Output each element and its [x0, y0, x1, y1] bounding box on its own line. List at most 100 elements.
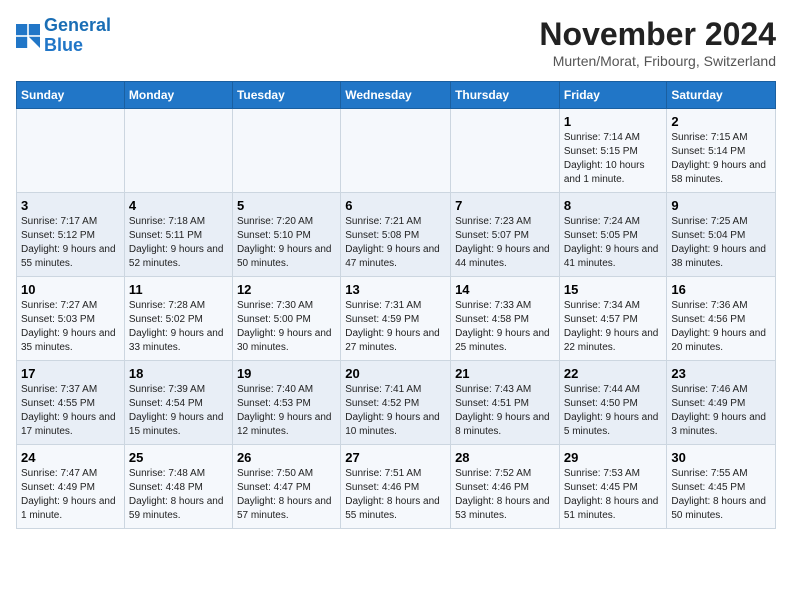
day-number: 17 — [21, 366, 120, 381]
day-number: 5 — [237, 198, 336, 213]
header-wednesday: Wednesday — [341, 82, 451, 109]
day-number: 18 — [129, 366, 228, 381]
calendar-cell: 11 Sunrise: 7:28 AMSunset: 5:02 PMDayligh… — [124, 277, 232, 361]
day-info: Sunrise: 7:34 AMSunset: 4:57 PMDaylight:… — [564, 299, 663, 355]
day-info: Sunrise: 7:17 AMSunset: 5:12 PMDaylight:… — [21, 215, 120, 271]
location: Murten/Morat, Fribourg, Switzerland — [539, 53, 776, 69]
day-number: 25 — [129, 450, 228, 465]
calendar-header-row: Sunday Monday Tuesday Wednesday Thursday… — [17, 82, 776, 109]
calendar-week-1: 1 Sunrise: 7:14 AMSunset: 5:15 PMDaylight… — [17, 109, 776, 193]
day-info: Sunrise: 7:28 AMSunset: 5:02 PMDaylight:… — [129, 299, 228, 355]
calendar-cell — [124, 109, 232, 193]
day-info: Sunrise: 7:55 AMSunset: 4:45 PMDaylight:… — [671, 467, 771, 523]
header-thursday: Thursday — [451, 82, 560, 109]
day-number: 28 — [455, 450, 555, 465]
day-info: Sunrise: 7:21 AMSunset: 5:08 PMDaylight:… — [345, 215, 446, 271]
day-number: 4 — [129, 198, 228, 213]
day-number: 14 — [455, 282, 555, 297]
calendar-cell: 23Sunrise: 7:46 AMSunset: 4:49 PMDayligh… — [667, 361, 776, 445]
calendar-week-5: 24 Sunrise: 7:47 AMSunset: 4:49 PMDayligh… — [17, 445, 776, 529]
header-tuesday: Tuesday — [232, 82, 340, 109]
calendar-cell: 18 Sunrise: 7:39 AMSunset: 4:54 PMDayligh… — [124, 361, 232, 445]
logo: General Blue — [16, 16, 111, 56]
calendar-cell: 22 Sunrise: 7:44 AMSunset: 4:50 PMDayligh… — [559, 361, 667, 445]
day-number: 30 — [671, 450, 771, 465]
calendar-cell — [232, 109, 340, 193]
day-info: Sunrise: 7:18 AMSunset: 5:11 PMDaylight:… — [129, 215, 228, 271]
day-number: 13 — [345, 282, 446, 297]
month-title: November 2024 — [539, 16, 776, 53]
calendar-cell: 6 Sunrise: 7:21 AMSunset: 5:08 PMDaylight… — [341, 193, 451, 277]
title-area: November 2024 Murten/Morat, Fribourg, Sw… — [539, 16, 776, 69]
day-info: Sunrise: 7:24 AMSunset: 5:05 PMDaylight:… — [564, 215, 663, 271]
day-number: 24 — [21, 450, 120, 465]
calendar-week-4: 17 Sunrise: 7:37 AMSunset: 4:55 PMDayligh… — [17, 361, 776, 445]
calendar-cell: 1 Sunrise: 7:14 AMSunset: 5:15 PMDaylight… — [559, 109, 667, 193]
day-number: 12 — [237, 282, 336, 297]
day-number: 1 — [564, 114, 663, 129]
calendar-cell: 3 Sunrise: 7:17 AMSunset: 5:12 PMDaylight… — [17, 193, 125, 277]
day-info: Sunrise: 7:47 AMSunset: 4:49 PMDaylight:… — [21, 467, 120, 523]
day-info: Sunrise: 7:15 AMSunset: 5:14 PMDaylight:… — [671, 131, 771, 187]
calendar-cell: 15 Sunrise: 7:34 AMSunset: 4:57 PMDayligh… — [559, 277, 667, 361]
calendar-cell: 29Sunrise: 7:53 AMSunset: 4:45 PMDayligh… — [559, 445, 667, 529]
day-number: 15 — [564, 282, 663, 297]
day-number: 6 — [345, 198, 446, 213]
day-number: 20 — [345, 366, 446, 381]
header-monday: Monday — [124, 82, 232, 109]
header-friday: Friday — [559, 82, 667, 109]
calendar-cell: 25Sunrise: 7:48 AMSunset: 4:48 PMDayligh… — [124, 445, 232, 529]
day-info: Sunrise: 7:30 AMSunset: 5:00 PMDaylight:… — [237, 299, 336, 355]
day-number: 22 — [564, 366, 663, 381]
calendar-cell: 5 Sunrise: 7:20 AMSunset: 5:10 PMDaylight… — [232, 193, 340, 277]
day-info: Sunrise: 7:51 AMSunset: 4:46 PMDaylight:… — [345, 467, 446, 523]
day-info: Sunrise: 7:36 AMSunset: 4:56 PMDaylight:… — [671, 299, 771, 355]
calendar-cell: 7 Sunrise: 7:23 AMSunset: 5:07 PMDaylight… — [451, 193, 560, 277]
calendar-cell: 20 Sunrise: 7:41 AMSunset: 4:52 PMDayligh… — [341, 361, 451, 445]
calendar-cell: 19 Sunrise: 7:40 AMSunset: 4:53 PMDayligh… — [232, 361, 340, 445]
calendar-week-3: 10Sunrise: 7:27 AMSunset: 5:03 PMDayligh… — [17, 277, 776, 361]
calendar-cell: 8 Sunrise: 7:24 AMSunset: 5:05 PMDaylight… — [559, 193, 667, 277]
day-info: Sunrise: 7:37 AMSunset: 4:55 PMDaylight:… — [21, 383, 120, 439]
day-number: 16 — [671, 282, 771, 297]
logo-text: General Blue — [44, 16, 111, 56]
calendar-cell: 9 Sunrise: 7:25 AMSunset: 5:04 PMDaylight… — [667, 193, 776, 277]
day-info: Sunrise: 7:25 AMSunset: 5:04 PMDaylight:… — [671, 215, 771, 271]
day-number: 23 — [671, 366, 771, 381]
calendar-cell: 21 Sunrise: 7:43 AMSunset: 4:51 PMDayligh… — [451, 361, 560, 445]
calendar-cell — [17, 109, 125, 193]
day-number: 11 — [129, 282, 228, 297]
day-number: 7 — [455, 198, 555, 213]
day-info: Sunrise: 7:44 AMSunset: 4:50 PMDaylight:… — [564, 383, 663, 439]
day-info: Sunrise: 7:31 AMSunset: 4:59 PMDaylight:… — [345, 299, 446, 355]
day-number: 27 — [345, 450, 446, 465]
day-number: 21 — [455, 366, 555, 381]
header-saturday: Saturday — [667, 82, 776, 109]
calendar-cell: 13 Sunrise: 7:31 AMSunset: 4:59 PMDayligh… — [341, 277, 451, 361]
day-info: Sunrise: 7:43 AMSunset: 4:51 PMDaylight:… — [455, 383, 555, 439]
day-number: 9 — [671, 198, 771, 213]
calendar-cell: 16 Sunrise: 7:36 AMSunset: 4:56 PMDayligh… — [667, 277, 776, 361]
day-info: Sunrise: 7:50 AMSunset: 4:47 PMDaylight:… — [237, 467, 336, 523]
day-info: Sunrise: 7:40 AMSunset: 4:53 PMDaylight:… — [237, 383, 336, 439]
calendar-cell: 17 Sunrise: 7:37 AMSunset: 4:55 PMDayligh… — [17, 361, 125, 445]
calendar-cell: 14 Sunrise: 7:33 AMSunset: 4:58 PMDayligh… — [451, 277, 560, 361]
day-number: 19 — [237, 366, 336, 381]
day-info: Sunrise: 7:41 AMSunset: 4:52 PMDaylight:… — [345, 383, 446, 439]
calendar-table: Sunday Monday Tuesday Wednesday Thursday… — [16, 81, 776, 529]
calendar-cell: 30 Sunrise: 7:55 AMSunset: 4:45 PMDayligh… — [667, 445, 776, 529]
day-info: Sunrise: 7:53 AMSunset: 4:45 PMDaylight:… — [564, 467, 663, 523]
day-number: 3 — [21, 198, 120, 213]
calendar-cell: 27 Sunrise: 7:51 AMSunset: 4:46 PMDayligh… — [341, 445, 451, 529]
day-info: Sunrise: 7:23 AMSunset: 5:07 PMDaylight:… — [455, 215, 555, 271]
day-info: Sunrise: 7:39 AMSunset: 4:54 PMDaylight:… — [129, 383, 228, 439]
day-number: 8 — [564, 198, 663, 213]
day-info: Sunrise: 7:14 AMSunset: 5:15 PMDaylight:… — [564, 131, 663, 187]
calendar-cell: 10Sunrise: 7:27 AMSunset: 5:03 PMDayligh… — [17, 277, 125, 361]
day-info: Sunrise: 7:27 AMSunset: 5:03 PMDaylight:… — [21, 299, 120, 355]
day-number: 26 — [237, 450, 336, 465]
day-number: 2 — [671, 114, 771, 129]
logo-icon — [16, 24, 40, 48]
day-info: Sunrise: 7:20 AMSunset: 5:10 PMDaylight:… — [237, 215, 336, 271]
day-info: Sunrise: 7:33 AMSunset: 4:58 PMDaylight:… — [455, 299, 555, 355]
